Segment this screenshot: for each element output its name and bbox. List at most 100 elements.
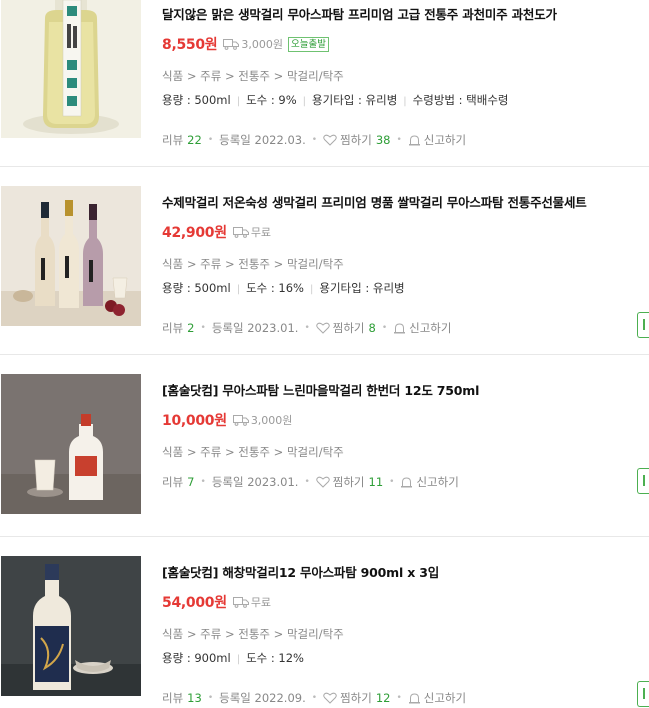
category-item[interactable]: 주류 (200, 69, 221, 83)
category-item[interactable]: 막걸리/탁주 (287, 69, 344, 83)
meta-dot: • (200, 477, 206, 487)
truck-icon (223, 38, 240, 50)
report-button[interactable]: 신고하기 (393, 320, 451, 336)
spec-item: 용량 : 500ml (162, 281, 231, 295)
wish-label: 찜하기 (340, 133, 372, 147)
heart-icon (316, 322, 330, 334)
review-count: 22 (187, 133, 202, 147)
side-action-button[interactable] (637, 312, 649, 338)
meta-dot: • (200, 323, 206, 333)
category-item[interactable]: 막걸리/탁주 (287, 257, 344, 271)
category-item[interactable]: 막걸리/탁주 (287, 627, 344, 641)
report-button[interactable]: 신고하기 (408, 690, 466, 706)
siren-icon (394, 323, 406, 334)
truck-icon (232, 596, 249, 608)
meta-dot: • (381, 323, 388, 333)
siren-icon (408, 693, 420, 704)
item-separator (0, 536, 649, 537)
category-breadcrumb: 식품 > 주류 > 전통주 > 막걸리/탁주 (162, 627, 344, 641)
report-label: 신고하기 (423, 691, 467, 705)
reg-date-value: 2023.01. (247, 475, 299, 489)
reg-date-value: 2023.01. (247, 321, 299, 335)
meta-dot: • (311, 135, 318, 145)
report-label: 신고하기 (409, 321, 452, 335)
wish-count: 12 (375, 691, 391, 705)
dark-label-bottle-with-bowl-image (1, 556, 141, 696)
product-thumbnail[interactable] (1, 556, 141, 696)
reg-date: 등록일 2023.01. (212, 320, 299, 336)
reg-label: 등록일 (211, 475, 244, 489)
wish-count: 8 (368, 321, 376, 335)
category-item[interactable]: 전통주 (238, 257, 270, 271)
category-item[interactable]: 전통주 (238, 627, 270, 641)
category-item[interactable]: 식품 (162, 69, 183, 83)
spec-item: 도수 : 16% (246, 281, 304, 295)
wish-button[interactable]: 찜하기 38 (323, 132, 390, 148)
category-item[interactable]: 식품 (162, 627, 183, 641)
report-label: 신고하기 (423, 133, 467, 147)
yellow-makgeolli-bottle-image (1, 0, 141, 138)
meta-dot: • (396, 693, 402, 703)
product-thumbnail[interactable] (1, 186, 141, 326)
product-title[interactable]: 달지않은 맑은 생막걸리 무아스파탐 프리미엄 고급 전통주 과천미주 과천도가 (162, 4, 557, 23)
wish-count: 11 (368, 475, 384, 489)
meta-dot: • (207, 135, 214, 145)
wish-count: 38 (375, 133, 391, 147)
meta-row: 리뷰 22 • 등록일 2022.03. • 찜하기 38 • 신고하기 (162, 132, 466, 148)
meta-row: 리뷰 2 • 등록일 2023.01. • 찜하기 8 • 신고하기 (162, 320, 451, 336)
item-separator (0, 354, 649, 355)
spec-item: 도수 : 12% (246, 651, 304, 665)
review-link[interactable]: 리뷰 7 (162, 474, 195, 490)
spec-item: 수령방법 : 택배수령 (412, 93, 509, 107)
category-breadcrumb: 식품 > 주류 > 전통주 > 막걸리/탁주 (162, 257, 344, 271)
report-label: 신고하기 (416, 475, 459, 489)
spec-item: 도수 : 9% (246, 93, 297, 107)
review-link[interactable]: 리뷰 22 (162, 132, 202, 148)
wish-button[interactable]: 찜하기 8 (316, 320, 376, 336)
product-title[interactable]: [홈술닷컴] 해창막걸리12 무아스파탐 900ml x 3입 (162, 562, 439, 581)
spec-divider: | (236, 284, 241, 295)
wish-label: 찜하기 (332, 321, 365, 335)
category-item[interactable]: 주류 (200, 257, 221, 271)
meta-row: 리뷰 7 • 등록일 2023.01. • 찜하기 11 • 신고하기 (162, 474, 459, 490)
category-item[interactable]: 식품 (162, 257, 183, 271)
product-thumbnail[interactable] (1, 0, 141, 138)
product-title[interactable]: 수제막걸리 저온숙성 생막걸리 프리미엄 명품 쌀막걸리 무아스파탐 전통주선물… (162, 192, 587, 211)
wish-label: 찜하기 (332, 475, 365, 489)
review-count: 2 (187, 321, 195, 335)
spec-item: 용기타입 : 유리병 (312, 93, 398, 107)
spec-list: 용량 : 900ml | 도수 : 12% (162, 650, 304, 666)
product-thumbnail[interactable] (1, 374, 141, 514)
reg-date: 등록일 2022.03. (219, 132, 306, 148)
meta-dot: • (304, 477, 310, 487)
review-link[interactable]: 리뷰 13 (162, 690, 202, 706)
report-button[interactable]: 신고하기 (408, 132, 466, 148)
side-action-button[interactable] (637, 681, 649, 707)
reg-label: 등록일 (219, 133, 251, 147)
truck-icon (232, 414, 249, 426)
report-button[interactable]: 신고하기 (400, 474, 459, 490)
review-count: 7 (187, 475, 195, 489)
category-item[interactable]: 막걸리/탁주 (287, 445, 344, 459)
category-item[interactable]: 전통주 (238, 445, 270, 459)
wish-button[interactable]: 찜하기 12 (323, 690, 390, 706)
category-item[interactable]: 전통주 (238, 69, 270, 83)
spec-divider: | (309, 284, 314, 295)
category-item[interactable]: 식품 (162, 445, 183, 459)
category-breadcrumb: 식품 > 주류 > 전통주 > 막걸리/탁주 (162, 69, 344, 83)
wish-button[interactable]: 찜하기 11 (316, 474, 383, 490)
shipping-fee: 3,000원 (241, 38, 283, 51)
spec-item: 용량 : 900ml (162, 651, 231, 665)
review-count: 13 (187, 691, 202, 705)
category-item[interactable]: 주류 (200, 627, 221, 641)
product-price: 54,000원 (162, 595, 227, 611)
reg-label: 등록일 (219, 691, 251, 705)
review-label: 리뷰 (162, 691, 184, 705)
product-title[interactable]: [홈술닷컴] 무아스파탐 느린마을막걸리 한번더 12도 750ml (162, 380, 479, 399)
category-item[interactable]: 주류 (200, 445, 221, 459)
wish-label: 찜하기 (340, 691, 372, 705)
side-action-button[interactable] (637, 468, 649, 494)
review-link[interactable]: 리뷰 2 (162, 320, 195, 336)
review-label: 리뷰 (162, 133, 184, 147)
item-separator (0, 166, 649, 167)
